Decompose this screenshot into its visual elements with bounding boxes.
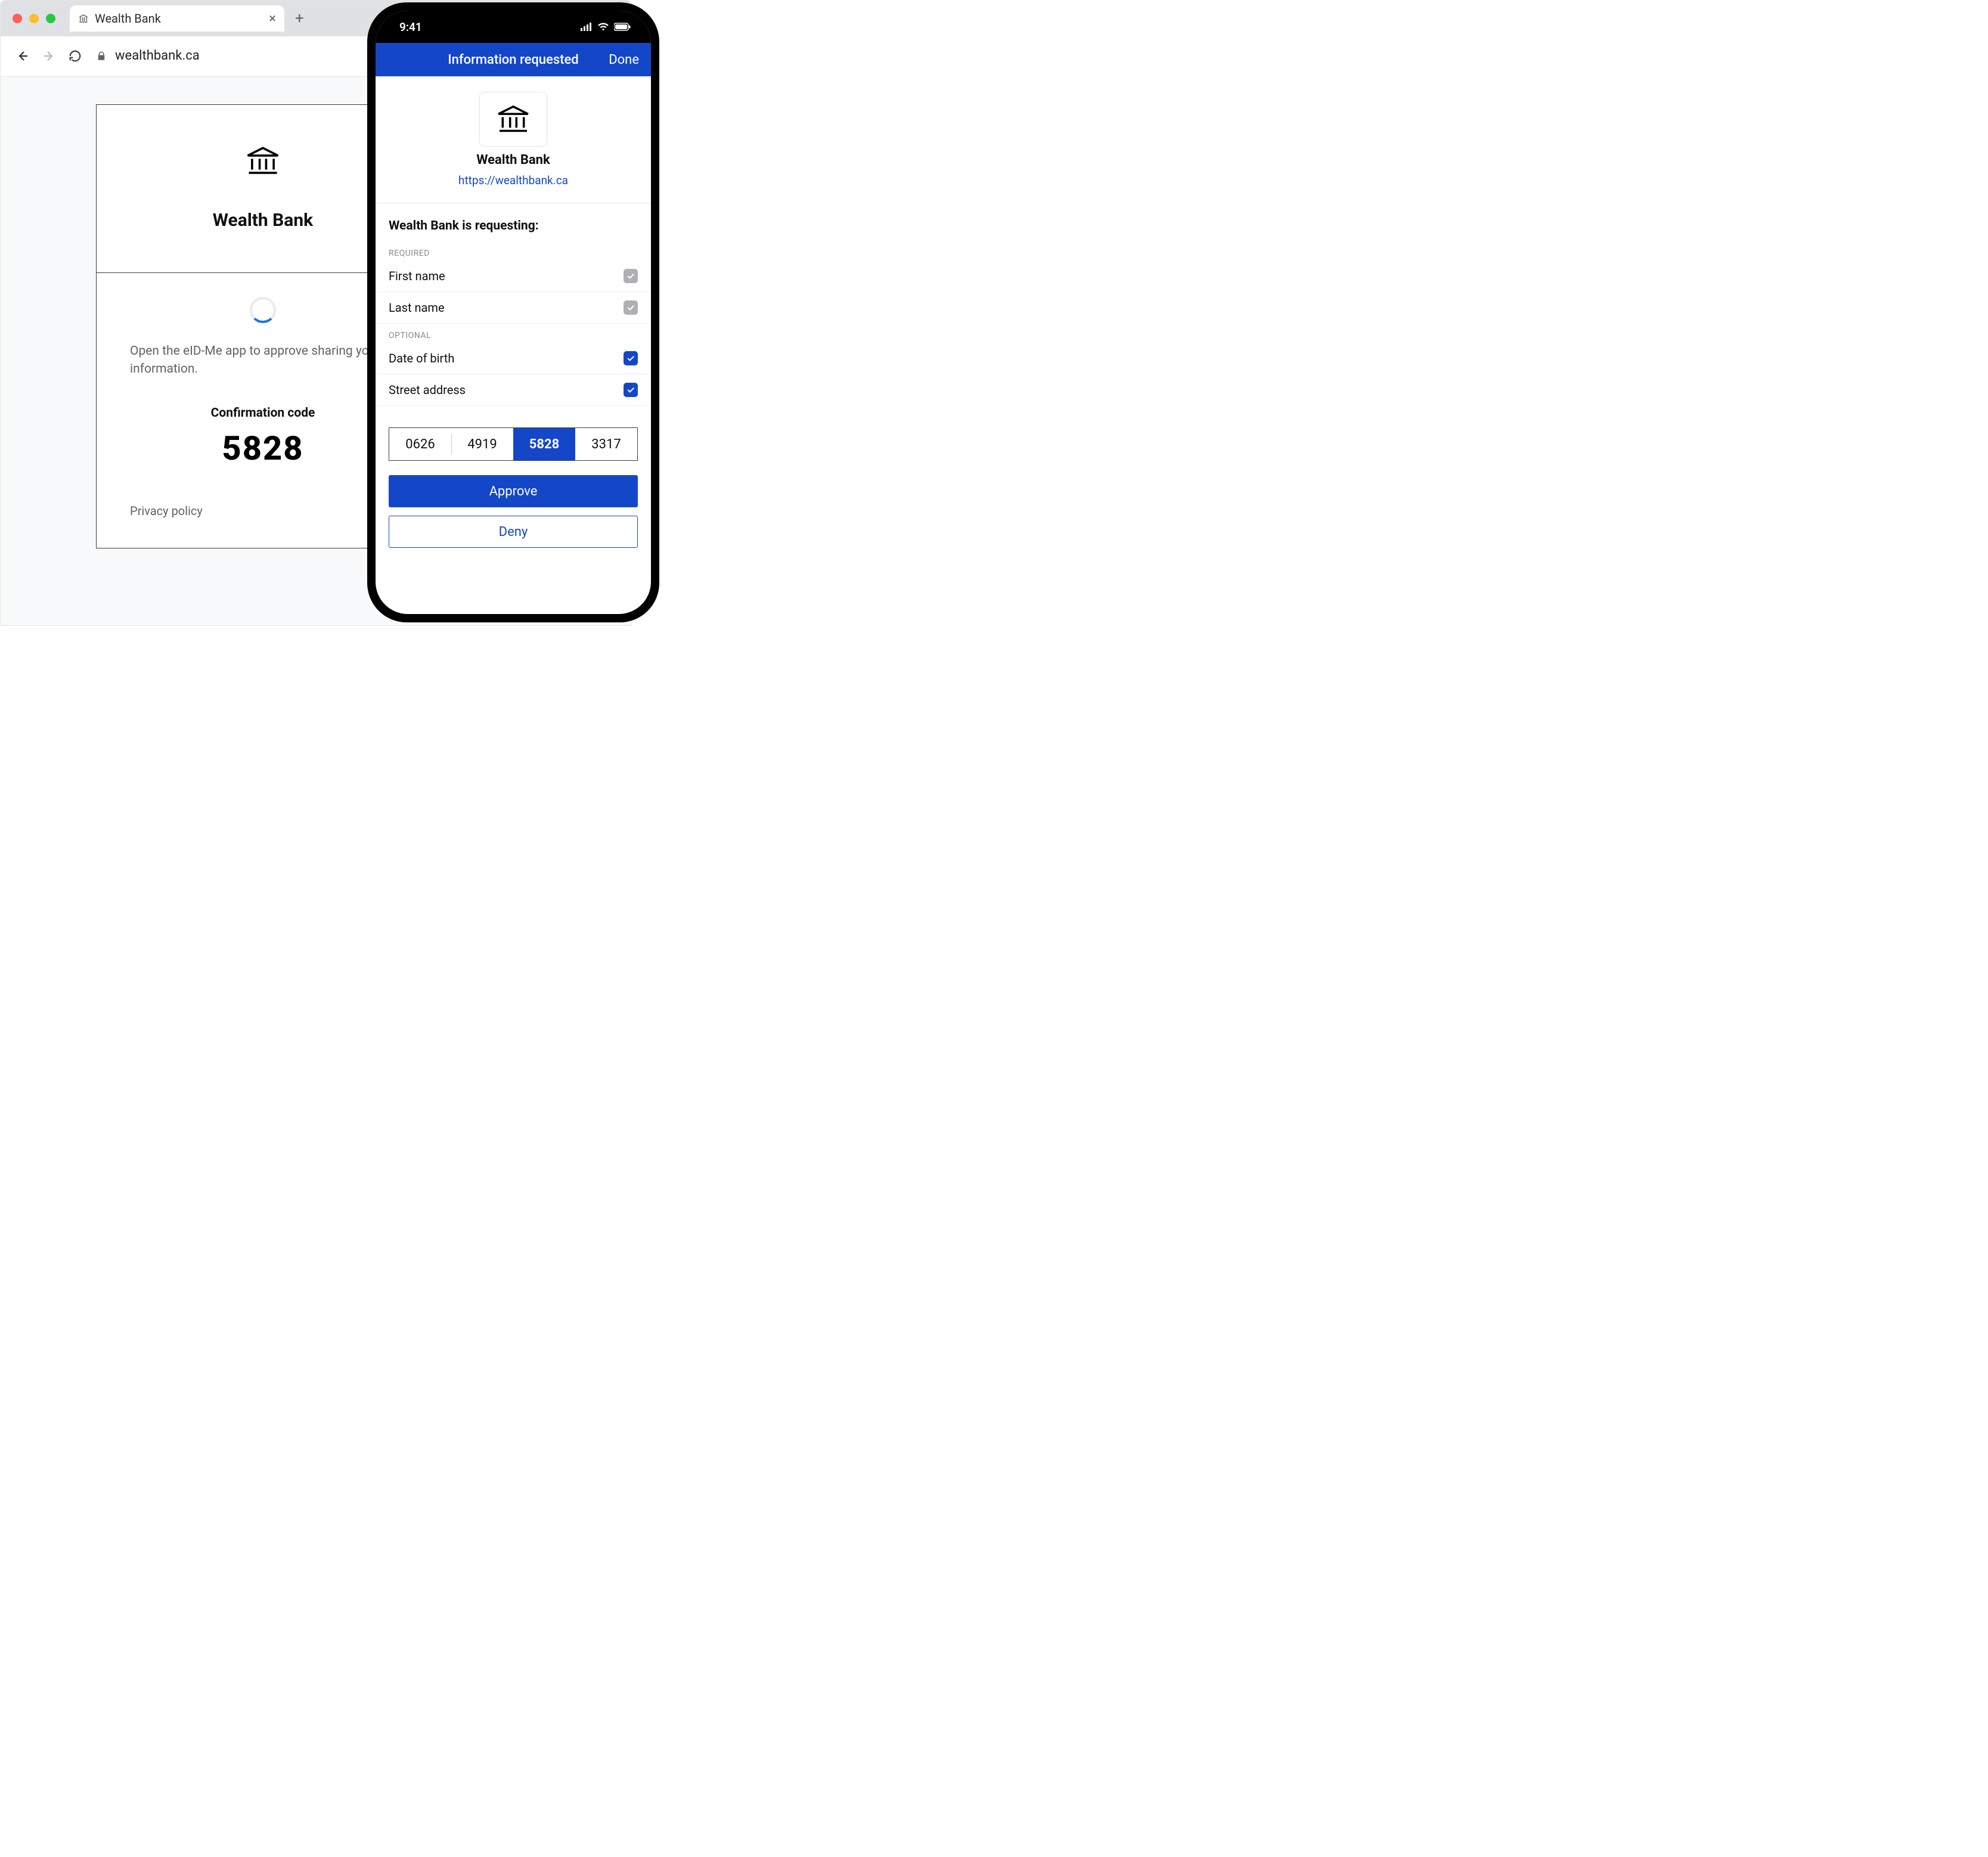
field-label: Last name [389, 300, 445, 315]
lock-icon [96, 51, 107, 61]
arrow-left-icon [15, 49, 30, 63]
relying-party-block: Wealth Bank https://wealthbank.ca [376, 92, 651, 203]
card-footer: Privacy policy Franç [130, 504, 396, 518]
reload-button[interactable] [67, 48, 83, 64]
field-label: Date of birth [389, 351, 454, 365]
check-icon [626, 385, 635, 395]
checkbox-locked [624, 300, 638, 315]
relying-party-url[interactable]: https://wealthbank.ca [458, 173, 568, 187]
loading-spinner-icon [250, 297, 276, 323]
check-icon [626, 271, 635, 281]
battery-icon [614, 23, 631, 31]
tab-close-icon[interactable]: × [269, 11, 276, 26]
tab-title: Wealth Bank [95, 11, 161, 26]
check-icon [626, 354, 635, 363]
required-field-row: First name [376, 261, 651, 292]
required-field-row: Last name [376, 292, 651, 324]
cellular-icon [581, 23, 593, 31]
status-time: 9:41 [399, 20, 422, 34]
bank-icon [496, 106, 531, 133]
app-bar: Information requested Done [376, 43, 651, 76]
privacy-link[interactable]: Privacy policy [130, 504, 203, 518]
code-option-selected[interactable]: 5828 [513, 428, 575, 460]
checkbox-locked [624, 269, 638, 283]
code-option[interactable]: 0626 [389, 428, 451, 460]
optional-field-row[interactable]: Date of birth [376, 343, 651, 374]
check-icon [626, 303, 635, 312]
browser-tab[interactable]: Wealth Bank × [70, 5, 284, 32]
section-required-label: REQUIRED [376, 241, 651, 261]
code-option[interactable]: 3317 [575, 428, 637, 460]
optional-field-row[interactable]: Street address [376, 374, 651, 406]
bank-icon [78, 13, 89, 24]
field-label: Street address [389, 383, 466, 397]
approve-button[interactable]: Approve [389, 475, 638, 507]
fullscreen-window-icon[interactable] [46, 14, 55, 23]
code-picker[interactable]: 0626 4919 5828 3317 [389, 427, 638, 461]
phone-frame: 9:41 Information requested Done Wealth B… [367, 2, 659, 622]
checkbox-on[interactable] [624, 383, 638, 397]
appbar-title: Information requested [448, 52, 578, 67]
forward-button[interactable] [41, 48, 57, 64]
code-option[interactable]: 4919 [451, 428, 513, 460]
reload-icon [69, 49, 82, 63]
relying-party-logo [479, 92, 547, 147]
instruction-text: Open the eID-Me app to approve sharing y… [130, 342, 396, 379]
status-icons [581, 23, 631, 31]
arrow-right-icon [42, 49, 56, 63]
wifi-icon [597, 23, 609, 31]
deny-button[interactable]: Deny [389, 516, 638, 548]
section-optional-label: OPTIONAL [376, 324, 651, 343]
close-window-icon[interactable] [13, 14, 22, 23]
phone-screen: 9:41 Information requested Done Wealth B… [376, 11, 651, 614]
checkbox-on[interactable] [624, 351, 638, 365]
relying-party-name: Wealth Bank [476, 153, 550, 168]
confirmation-label: Confirmation code [130, 406, 396, 420]
back-button[interactable] [15, 48, 30, 64]
dynamic-island [472, 20, 555, 41]
bank-logo-icon [246, 147, 280, 175]
url-text: wealthbank.ca [115, 48, 200, 63]
new-tab-button[interactable]: + [295, 10, 304, 27]
done-button[interactable]: Done [609, 52, 639, 67]
field-label: First name [389, 269, 445, 283]
request-sheet: Wealth Bank https://wealthbank.ca Wealth… [376, 76, 651, 548]
request-heading: Wealth Bank is requesting: [376, 203, 651, 241]
window-controls[interactable] [13, 14, 55, 23]
confirmation-code: 5828 [130, 429, 396, 468]
minimize-window-icon[interactable] [29, 14, 39, 23]
